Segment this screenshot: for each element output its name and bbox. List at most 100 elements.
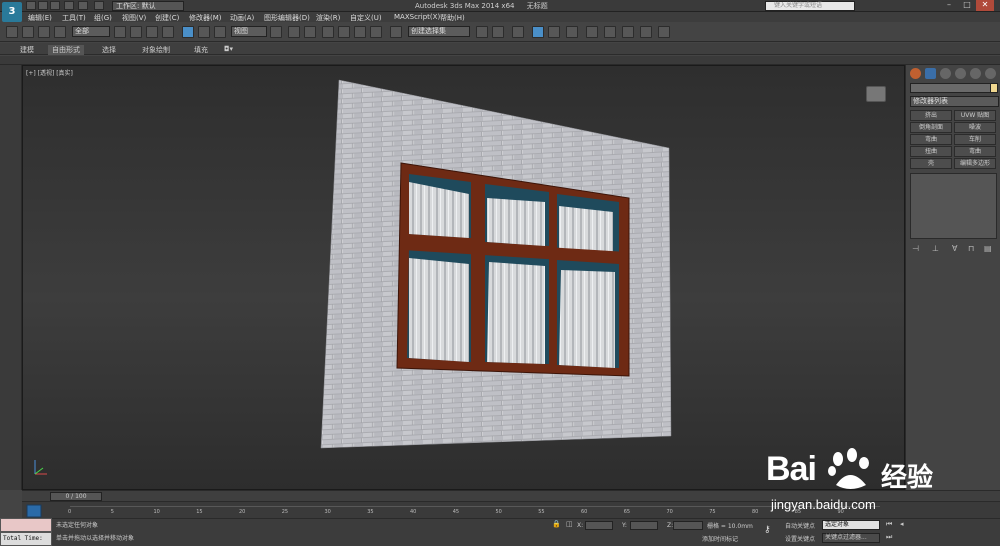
absolute-mode-icon[interactable]: ◫	[566, 520, 573, 528]
select-link-icon[interactable]	[22, 26, 34, 38]
save-file-icon[interactable]	[50, 1, 60, 10]
key-filters-button[interactable]: 关键点过滤器...	[822, 533, 880, 543]
scene-explorer-icon[interactable]	[512, 26, 524, 38]
modifier-button-shell[interactable]: 壳	[910, 158, 952, 169]
spinner-snap-icon[interactable]	[370, 26, 382, 38]
maximize-button[interactable]: □	[958, 0, 976, 11]
modifier-button-bevel-profile[interactable]: 倒角剖面	[910, 122, 952, 133]
timeline-tick-label: 50	[495, 509, 502, 515]
ribbon-options-icon[interactable]: ◘▾	[224, 45, 233, 53]
ribbon-tab-selection[interactable]: 选择	[102, 45, 116, 55]
previous-frame-icon[interactable]: ◂	[900, 520, 904, 528]
create-tab-icon[interactable]	[910, 68, 921, 79]
angle-snap-icon[interactable]	[338, 26, 350, 38]
curtain-top-middle	[487, 198, 545, 246]
align-icon[interactable]	[492, 26, 504, 38]
workspace-dropdown[interactable]: 工作区: 默认	[112, 1, 184, 11]
object-color-swatch[interactable]	[990, 83, 998, 93]
modifier-list-dropdown[interactable]: 修改器列表	[910, 96, 999, 107]
new-file-icon[interactable]	[26, 1, 36, 10]
modifier-button-lathe[interactable]: 车削	[954, 134, 996, 145]
material-editor-icon[interactable]	[604, 26, 616, 38]
select-and-rotate-icon[interactable]	[198, 26, 210, 38]
maxscript-listener[interactable]	[0, 518, 52, 532]
mirror-icon[interactable]	[476, 26, 488, 38]
add-time-tag-button[interactable]: 添加时间标记	[702, 534, 738, 543]
key-icon[interactable]: ⚷	[764, 525, 771, 535]
layer-manager-icon[interactable]	[532, 26, 544, 38]
undo-toolbar-icon[interactable]	[6, 26, 18, 38]
configure-sets-icon[interactable]: ▤	[984, 244, 992, 253]
reference-coordinate-dropdown[interactable]: 视图	[231, 26, 267, 37]
ribbon-tab-populate[interactable]: 填充	[194, 45, 208, 55]
bind-space-warp-icon[interactable]	[54, 26, 66, 38]
modifier-button-bend-2[interactable]: 弯曲	[954, 146, 996, 157]
render-setup-icon[interactable]	[622, 26, 634, 38]
window-crossing-icon[interactable]	[162, 26, 174, 38]
named-selection-dropdown[interactable]: 创建选择集	[408, 26, 470, 37]
search-input[interactable]: 键入关键字或短语	[765, 1, 855, 11]
modifier-button-edit-poly[interactable]: 编辑多边形	[954, 158, 996, 169]
modifier-button-noise[interactable]: 噪波	[954, 122, 996, 133]
lock-selection-icon[interactable]: 🔒	[552, 520, 561, 528]
select-and-scale-icon[interactable]	[214, 26, 226, 38]
show-end-result-icon[interactable]: ⊥	[932, 244, 939, 253]
modifier-button-uvw-map[interactable]: UVW 贴图	[954, 110, 996, 121]
utilities-tab-icon[interactable]	[985, 68, 996, 79]
pin-stack-icon[interactable]: ⊣	[912, 244, 919, 253]
curve-editor-icon[interactable]	[566, 26, 578, 38]
unlink-icon[interactable]	[38, 26, 50, 38]
time-slider-thumb[interactable]: 0 / 100	[50, 492, 102, 501]
y-coordinate-field[interactable]	[630, 521, 658, 530]
schematic-view-icon[interactable]	[586, 26, 598, 38]
rectangle-selection-icon[interactable]	[146, 26, 158, 38]
remove-modifier-icon[interactable]: ⊓	[968, 244, 974, 253]
close-button[interactable]: ✕	[976, 0, 994, 11]
baidu-watermark: Bai 经验 jingyan.baidu.com	[766, 445, 946, 515]
select-manipulate-icon[interactable]	[288, 26, 300, 38]
modifier-button-twist[interactable]: 扭曲	[910, 146, 952, 157]
rendered-frame-icon[interactable]	[640, 26, 652, 38]
modifier-button-bend[interactable]: 弯曲	[910, 134, 952, 145]
viewcube-icon[interactable]	[866, 86, 886, 102]
hierarchy-tab-icon[interactable]	[940, 68, 951, 79]
z-coordinate-field[interactable]	[673, 521, 703, 530]
selection-filter-dropdown[interactable]: 全部	[72, 26, 110, 37]
open-file-icon[interactable]	[38, 1, 48, 10]
auto-key-button[interactable]: 自动关键点	[785, 521, 815, 530]
select-and-move-icon[interactable]	[182, 26, 194, 38]
time-config-icon[interactable]: ⏭	[886, 533, 892, 542]
ribbon-tab-modeling[interactable]: 建模	[20, 45, 34, 55]
redo-icon[interactable]	[78, 1, 88, 10]
ribbon-tab-freeform[interactable]: 自由形式	[48, 45, 84, 55]
keyboard-shortcut-icon[interactable]	[304, 26, 316, 38]
ribbon-tab-object-paint[interactable]: 对象绘制	[142, 45, 170, 55]
mini-curve-editor-icon[interactable]	[26, 504, 42, 518]
menu-maxscript[interactable]: MAXScript(X)	[394, 13, 440, 21]
make-unique-icon[interactable]: ∀	[952, 244, 957, 253]
perspective-viewport[interactable]: [+] [透视] [真实]	[22, 65, 905, 490]
undo-icon[interactable]	[64, 1, 74, 10]
x-coordinate-field[interactable]	[585, 521, 613, 530]
object-name-field[interactable]	[910, 83, 996, 93]
select-by-name-icon[interactable]	[130, 26, 142, 38]
snaps-toggle-icon[interactable]	[322, 26, 334, 38]
app-logo-icon[interactable]: 3	[2, 2, 22, 22]
select-object-icon[interactable]	[114, 26, 126, 38]
modifier-button-extrude[interactable]: 挤出	[910, 110, 952, 121]
modify-tab-icon[interactable]	[925, 68, 936, 79]
edit-named-selection-icon[interactable]	[390, 26, 402, 38]
display-tab-icon[interactable]	[970, 68, 981, 79]
set-key-button[interactable]: 设置关键点	[785, 534, 815, 543]
graphite-toggle-icon[interactable]	[548, 26, 560, 38]
motion-tab-icon[interactable]	[955, 68, 966, 79]
percent-snap-icon[interactable]	[354, 26, 366, 38]
minimize-button[interactable]: –	[940, 0, 958, 11]
project-folder-icon[interactable]	[94, 1, 104, 10]
app-title: Autodesk 3ds Max 2014 x64	[415, 2, 515, 10]
render-production-icon[interactable]	[658, 26, 670, 38]
pivot-center-icon[interactable]	[270, 26, 282, 38]
key-selection-dropdown[interactable]: 选定对象	[822, 520, 880, 530]
go-to-start-icon[interactable]: ⏮	[886, 520, 892, 529]
modifier-stack[interactable]	[910, 173, 997, 239]
